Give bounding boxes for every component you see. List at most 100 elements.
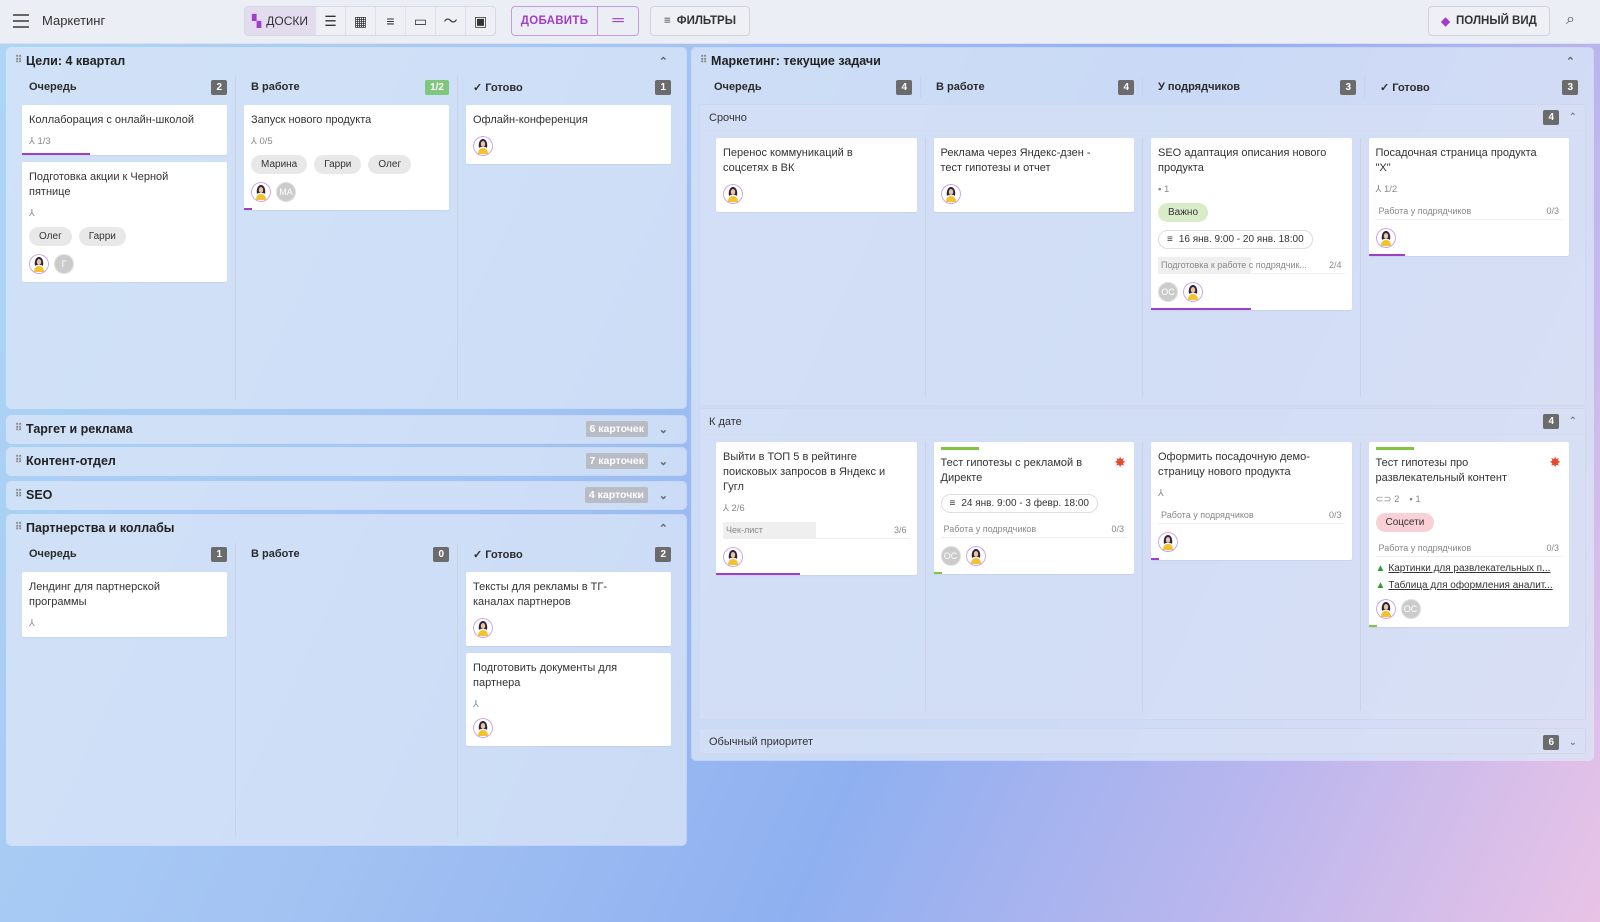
swimlane-header[interactable]: Срочно 4 ⌃ (700, 105, 1585, 131)
avatar[interactable] (940, 184, 961, 204)
avatar[interactable] (29, 254, 49, 274)
avatar[interactable] (473, 618, 493, 638)
attachment-link[interactable]: ▲ Таблица для оформления аналит... (1376, 580, 1563, 591)
collapse-icon[interactable]: ⌃ (1569, 416, 1577, 427)
avatar-initials[interactable]: ОС (1400, 599, 1421, 619)
avatar-initials[interactable]: Г (54, 254, 74, 274)
avatar[interactable] (965, 546, 986, 566)
menu-icon[interactable] (13, 14, 29, 28)
drag-handle-icon[interactable]: ⠿ (700, 56, 707, 66)
expand-icon[interactable]: ⌄ (659, 423, 668, 436)
avatar[interactable] (473, 136, 493, 156)
view-archive-button[interactable]: ▣ (465, 7, 495, 35)
task-card[interactable]: Коллаборация с онлайн-школой ⅄ 1/3 (22, 105, 227, 155)
checklist-value: 2/4 (1328, 260, 1342, 270)
column-header: В работе 4 (929, 76, 1134, 98)
subtasks-icon: ⅄ (251, 136, 257, 147)
task-card[interactable]: Выйти в ТОП 5 в рейтинге поисковых запро… (716, 442, 917, 575)
task-card[interactable]: Перенос коммуникаций в соцсетях в ВК (716, 138, 917, 212)
full-view-button[interactable]: ◆ ПОЛНЫЙ ВИД (1428, 6, 1550, 36)
view-boards-button[interactable]: ▚ ДОСКИ (245, 7, 315, 35)
checklist[interactable]: Работа у подрядчиков 0/3 (1158, 507, 1345, 524)
view-list-button[interactable]: ☰ (315, 7, 345, 35)
board-header[interactable]: ⠿ Таргет и реклама 6 карточек ⌄ (7, 416, 686, 442)
checklist[interactable]: Подготовка к работе с подрядчик... 2/4 (1158, 257, 1345, 274)
calendar-icon: ▭ (413, 12, 428, 29)
task-card[interactable]: Тест гипотезы про развлекательный контен… (1368, 442, 1569, 627)
view-calendar-button[interactable]: ▭ (405, 7, 435, 35)
drag-handle-icon[interactable]: ⠿ (15, 456, 22, 466)
tag[interactable]: Важно (1158, 203, 1209, 222)
view-table-button[interactable]: ▦ (345, 7, 375, 35)
columns: Очередь 1 Лендинг для партнерской программ… (14, 543, 679, 837)
avatar[interactable] (473, 718, 493, 738)
add-button[interactable]: ДОБАВИТЬ (512, 7, 598, 35)
tag[interactable]: Марина (251, 155, 308, 174)
task-card[interactable]: Оформить посадочную демо-страницу нового… (1151, 442, 1352, 560)
checklist[interactable]: Работа у подрядчиков 0/3 (940, 521, 1127, 538)
expand-icon[interactable]: ⌄ (659, 489, 668, 502)
task-card[interactable]: Лендинг для партнерской программы ⅄ (22, 572, 227, 637)
card-list: Офлайн-конференция (466, 105, 671, 164)
avatar-initials[interactable]: ОС (1158, 282, 1178, 302)
collapse-icon[interactable]: ⌃ (659, 55, 668, 68)
filters-button[interactable]: ≡ ФИЛЬТРЫ (650, 6, 750, 36)
board-header[interactable]: ⠿ Контент-отдел 7 карточек ⌄ (7, 448, 686, 474)
board-header[interactable]: ⠿ SEO 4 карточки ⌄ (7, 482, 686, 508)
task-card[interactable]: Подготовить документы для партнера ⅄ (466, 653, 671, 746)
avatar[interactable] (1158, 532, 1178, 552)
swimlane-header[interactable]: К дате 4 ⌃ (700, 409, 1585, 435)
search-icon[interactable]: ⌕ (1566, 11, 1575, 29)
tag[interactable]: Гарри (78, 227, 126, 246)
collapse-icon[interactable]: ⌃ (1569, 112, 1577, 123)
avatar[interactable] (723, 547, 743, 567)
task-card[interactable]: Офлайн-конференция (466, 105, 671, 164)
avatar[interactable] (1375, 599, 1396, 619)
avatar-initials[interactable]: МА (276, 182, 296, 202)
view-gantt-button[interactable]: ≡ (375, 7, 405, 35)
drag-handle-icon[interactable]: ⠿ (15, 424, 22, 434)
view-chart-button[interactable]: 〜 (435, 7, 465, 35)
collapse-icon[interactable]: ⌃ (659, 522, 668, 535)
tag[interactable]: Соцсети (1375, 513, 1435, 532)
task-card[interactable]: SEO адаптация описания нового продукта ▪ … (1151, 138, 1352, 310)
add-menu-button[interactable]: ═ (598, 7, 638, 35)
board-title: Маркетинг: текущие задачи (711, 54, 881, 68)
tag[interactable]: Олег (368, 155, 412, 174)
task-card[interactable]: Тест гипотезы с рекламой в Директе ✸ ≡ 24 я… (933, 442, 1134, 574)
card-meta: ⅄ 1/2 (1376, 184, 1563, 195)
tag[interactable]: Олег (29, 227, 72, 246)
date-range[interactable]: ≡ 16 янв. 9:00 - 20 янв. 18:00 (1158, 230, 1313, 249)
task-card[interactable]: Подготовка акции к Черной пятнице ⅄ Олег Г… (22, 162, 227, 282)
avatar[interactable] (723, 184, 743, 204)
avatar[interactable] (1183, 282, 1203, 302)
checklist[interactable]: Работа у подрядчиков 0/3 (1375, 203, 1562, 220)
board-header[interactable]: ⠿ Партнерства и коллабы ⌃ (7, 515, 686, 541)
tag[interactable]: Гарри (314, 155, 362, 174)
schedule-icon: ≡ (949, 498, 956, 509)
collapse-icon[interactable]: ⌃ (1566, 55, 1575, 68)
drag-handle-icon[interactable]: ⠿ (15, 490, 22, 500)
avatar[interactable] (1375, 228, 1396, 248)
checklist-value: 0/3 (1111, 524, 1124, 534)
expand-icon[interactable]: ⌄ (659, 455, 668, 468)
avatar-initials[interactable]: ОС (940, 546, 961, 566)
board-header[interactable]: ⠿ Маркетинг: текущие задачи ⌃ (692, 48, 1593, 74)
column-header: У подрядчиков 3 (1151, 76, 1356, 98)
checklist[interactable]: Работа у подрядчиков 0/3 (1375, 540, 1562, 557)
card-meta: ⅄ (1158, 488, 1345, 499)
expand-icon[interactable]: ⌄ (1569, 737, 1577, 748)
swimlane-header[interactable]: Обычный приоритет 6 ⌄ (700, 729, 1585, 755)
avatar[interactable] (251, 182, 271, 202)
drag-handle-icon[interactable]: ⠿ (15, 523, 22, 533)
drag-handle-icon[interactable]: ⠿ (15, 56, 22, 66)
task-card[interactable]: Посадочная страница продукта "X" ⅄ 1/2 Раб… (1368, 138, 1569, 256)
date-range[interactable]: ≡ 24 янв. 9:00 - 3 февр. 18:00 (940, 494, 1098, 513)
task-card[interactable]: Тексты для рекламы в ТГ-каналах партнеро… (466, 572, 671, 646)
task-card[interactable]: Запуск нового продукта ⅄ 0/5 Марина Гарри Ол… (244, 105, 449, 210)
attachment-link[interactable]: ▲ Картинки для развлекательных п... (1376, 563, 1563, 574)
board-column: В работе 1/2 Запуск нового продукта ⅄ 0/5 Ма… (236, 76, 458, 400)
checklist[interactable]: Чек-лист 3/6 (723, 522, 910, 539)
board-header[interactable]: ⠿ Цели: 4 квартал ⌃ (7, 48, 686, 74)
task-card[interactable]: Реклама через Яндекс-дзен - тест гипотез… (933, 138, 1134, 212)
